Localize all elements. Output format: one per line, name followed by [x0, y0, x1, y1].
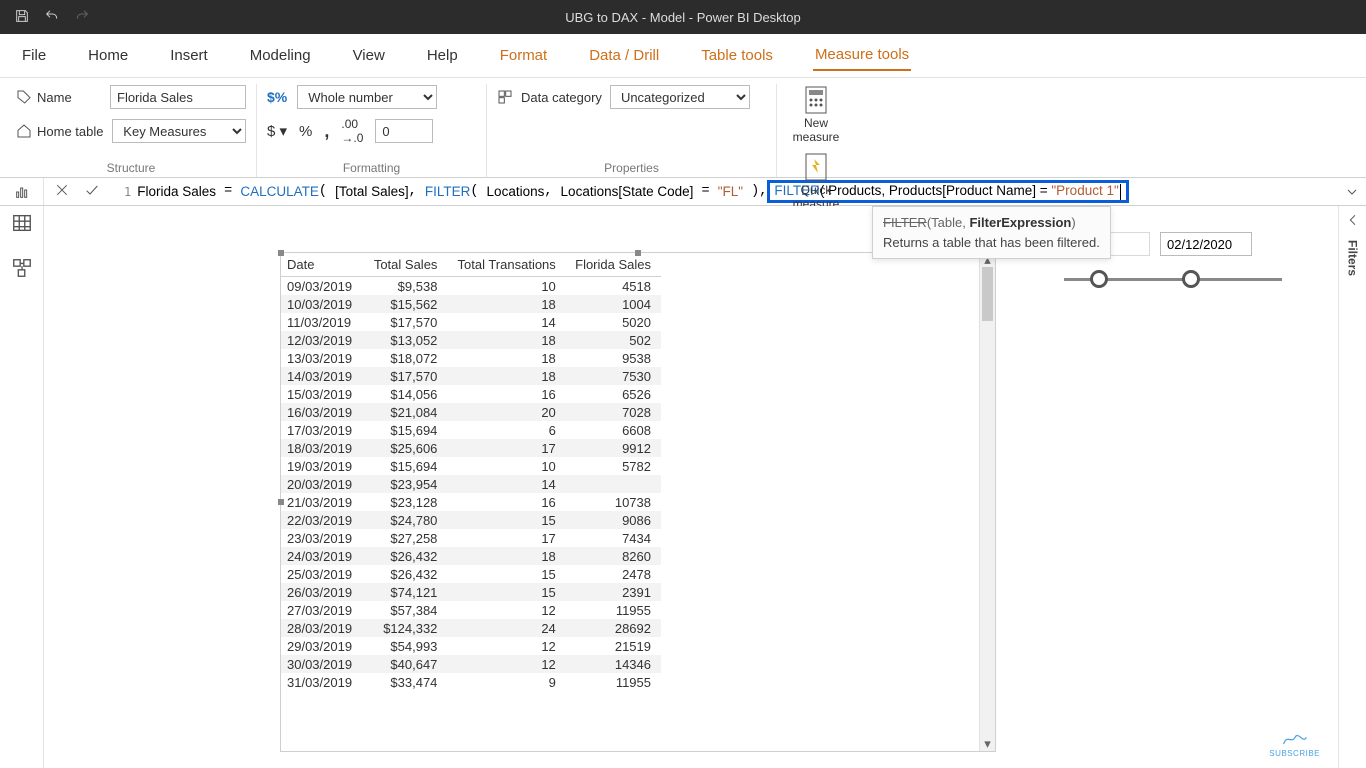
data-category-select[interactable]: Uncategorized: [610, 85, 750, 109]
tab-modeling[interactable]: Modeling: [248, 41, 313, 70]
home-icon: [16, 123, 32, 139]
home-table-label: Home table: [37, 124, 103, 139]
data-table: Date Total Sales Total Transations Flori…: [281, 253, 661, 691]
col-florida-sales[interactable]: Florida Sales: [566, 253, 661, 277]
tab-format[interactable]: Format: [498, 41, 550, 70]
table-row[interactable]: 28/03/2019$124,3322428692: [281, 619, 661, 637]
home-table-select[interactable]: Key Measures: [112, 119, 246, 143]
redo-icon[interactable]: [74, 8, 90, 27]
table-row[interactable]: 11/03/2019$17,570145020: [281, 313, 661, 331]
table-row[interactable]: 27/03/2019$57,3841211955: [281, 601, 661, 619]
filter-tooltip: FILTER(Table, FilterExpression) Returns …: [872, 206, 1111, 259]
ribbon: Name Home table Key Measures Structure $…: [0, 78, 1366, 178]
tab-view[interactable]: View: [351, 41, 387, 70]
tab-measure-tools[interactable]: Measure tools: [813, 40, 911, 71]
col-total-transactions[interactable]: Total Transations: [447, 253, 565, 277]
table-row[interactable]: 18/03/2019$25,606179912: [281, 439, 661, 457]
formula-line-number: 1: [110, 178, 137, 205]
table-row[interactable]: 17/03/2019$15,69466608: [281, 421, 661, 439]
chevron-left-icon[interactable]: [1345, 212, 1361, 228]
scroll-thumb[interactable]: [982, 267, 993, 321]
table-row[interactable]: 21/03/2019$23,1281610738: [281, 493, 661, 511]
data-view-icon[interactable]: [11, 212, 33, 239]
filters-pane-collapsed[interactable]: Filters: [1338, 206, 1366, 768]
table-row[interactable]: 10/03/2019$15,562181004: [281, 295, 661, 313]
scroll-down-icon[interactable]: ▾: [980, 737, 995, 751]
tag-icon: [16, 89, 32, 105]
new-measure-button[interactable]: New measure: [787, 84, 845, 145]
tab-home[interactable]: Home: [86, 41, 130, 70]
model-view-icon[interactable]: [11, 257, 33, 284]
table-row[interactable]: 23/03/2019$27,258177434: [281, 529, 661, 547]
table-row[interactable]: 15/03/2019$14,056166526: [281, 385, 661, 403]
decimals-icon: .00→.0: [341, 117, 363, 145]
col-total-sales[interactable]: Total Sales: [365, 253, 447, 277]
group-formatting-label: Formatting: [267, 161, 476, 177]
filters-label: Filters: [1346, 240, 1360, 276]
tab-insert[interactable]: Insert: [168, 41, 210, 70]
name-input[interactable]: [110, 85, 246, 109]
col-date[interactable]: Date: [281, 253, 365, 277]
table-row[interactable]: 30/03/2019$40,6471214346: [281, 655, 661, 673]
table-row[interactable]: 25/03/2019$26,432152478: [281, 565, 661, 583]
table-row[interactable]: 31/03/2019$33,474911955: [281, 673, 661, 691]
commit-formula-icon[interactable]: [84, 182, 100, 201]
comma-button[interactable]: ,: [324, 121, 329, 142]
calculator-icon: [800, 84, 832, 116]
slider-thumb-left[interactable]: [1090, 270, 1108, 288]
formula-editor[interactable]: Florida Sales = CALCULATE( [Total Sales]…: [137, 178, 1338, 205]
name-label: Name: [37, 90, 72, 105]
report-canvas[interactable]: FILTER(Table, FilterExpression) Returns …: [44, 206, 1338, 768]
formula-bar[interactable]: 1 Florida Sales = CALCULATE( [Total Sale…: [0, 178, 1366, 206]
group-structure-label: Structure: [16, 161, 246, 177]
format-icon: $%: [267, 89, 287, 105]
save-icon[interactable]: [14, 8, 30, 27]
tab-file[interactable]: File: [20, 41, 48, 70]
table-row[interactable]: 13/03/2019$18,072189538: [281, 349, 661, 367]
date-to-input[interactable]: [1160, 232, 1252, 256]
tab-help[interactable]: Help: [425, 41, 460, 70]
table-row[interactable]: 26/03/2019$74,121152391: [281, 583, 661, 601]
table-row[interactable]: 24/03/2019$26,432188260: [281, 547, 661, 565]
category-icon: [497, 89, 513, 105]
table-row[interactable]: 29/03/2019$54,9931221519: [281, 637, 661, 655]
table-scrollbar[interactable]: ▴ ▾: [979, 253, 995, 751]
data-category-label: Data category: [521, 90, 602, 105]
table-row[interactable]: 22/03/2019$24,780159086: [281, 511, 661, 529]
window-title: UBG to DAX - Model - Power BI Desktop: [565, 10, 801, 25]
view-rail: [0, 206, 44, 768]
table-header-row: Date Total Sales Total Transations Flori…: [281, 253, 661, 277]
tab-table-tools[interactable]: Table tools: [699, 41, 775, 70]
decimals-input[interactable]: [375, 119, 433, 143]
cancel-formula-icon[interactable]: [54, 182, 70, 201]
table-visual[interactable]: Date Total Sales Total Transations Flori…: [280, 252, 996, 752]
percent-button[interactable]: %: [299, 123, 312, 140]
undo-icon[interactable]: [44, 8, 60, 27]
quick-measure-button[interactable]: Quick measure: [787, 151, 845, 212]
table-row[interactable]: 09/03/2019$9,538104518: [281, 277, 661, 296]
report-view-icon[interactable]: [14, 184, 30, 200]
format-select[interactable]: Whole number: [297, 85, 437, 109]
ribbon-tabs: File Home Insert Modeling View Help Form…: [0, 34, 1366, 78]
titlebar: UBG to DAX - Model - Power BI Desktop: [0, 0, 1366, 34]
quick-measure-icon: [800, 151, 832, 183]
table-row[interactable]: 20/03/2019$23,95414: [281, 475, 661, 493]
table-row[interactable]: 14/03/2019$17,570187530: [281, 367, 661, 385]
subscribe-badge: SUBSCRIBE: [1269, 731, 1320, 758]
table-row[interactable]: 16/03/2019$21,084207028: [281, 403, 661, 421]
tab-data-drill[interactable]: Data / Drill: [587, 41, 661, 70]
slider-thumb-right[interactable]: [1182, 270, 1200, 288]
group-properties-label: Properties: [497, 161, 766, 177]
currency-button[interactable]: $ ▾: [267, 122, 287, 140]
table-row[interactable]: 19/03/2019$15,694105782: [281, 457, 661, 475]
expand-formula-icon[interactable]: [1338, 178, 1366, 205]
table-row[interactable]: 12/03/2019$13,05218502: [281, 331, 661, 349]
